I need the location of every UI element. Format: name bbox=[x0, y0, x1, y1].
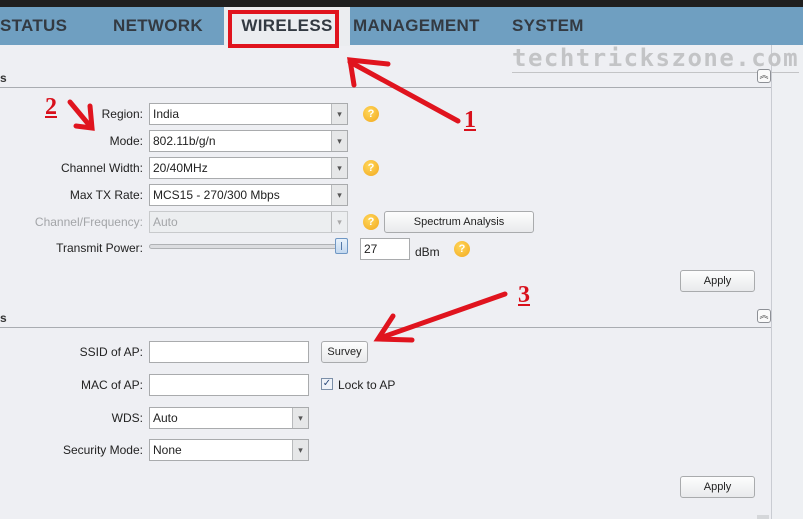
wds-select[interactable]: Auto ▾ bbox=[149, 407, 309, 429]
mode-select[interactable]: 802.11b/g/n ▾ bbox=[149, 130, 348, 152]
help-icon[interactable]: ? bbox=[363, 160, 379, 176]
transmit-power-unit: dBm bbox=[415, 245, 440, 259]
help-icon[interactable]: ? bbox=[363, 214, 379, 230]
max-tx-rate-select[interactable]: MCS15 - 270/300 Mbps ▾ bbox=[149, 184, 348, 206]
window-top-bar bbox=[0, 0, 803, 7]
section-title: s bbox=[0, 71, 7, 85]
spectrum-analysis-button[interactable]: Spectrum Analysis bbox=[384, 211, 534, 233]
channel-frequency-select: Auto ▾ bbox=[149, 211, 348, 233]
wds-value: Auto bbox=[153, 411, 178, 425]
lock-to-ap-checkbox[interactable]: ✓ bbox=[321, 378, 333, 390]
tab-wireless[interactable]: WIRELESS bbox=[224, 7, 350, 46]
apply-button-ap[interactable]: Apply bbox=[680, 476, 755, 498]
max-tx-rate-value: MCS15 - 270/300 Mbps bbox=[153, 188, 280, 202]
region-value: India bbox=[153, 107, 180, 121]
tab-network[interactable]: NETWORK bbox=[113, 7, 203, 45]
survey-button[interactable]: Survey bbox=[321, 341, 368, 363]
basic-wireless-section-header: s ︽ bbox=[0, 66, 771, 88]
main-nav: STATUS NETWORK WIRELESS MANAGEMENT SYSTE… bbox=[0, 7, 803, 46]
chevron-down-icon: ▾ bbox=[331, 212, 347, 232]
channel-width-value: 20/40MHz bbox=[153, 161, 208, 175]
annotation-number-2: 2 bbox=[45, 94, 57, 120]
chevron-down-icon: ▾ bbox=[292, 408, 308, 428]
tab-status[interactable]: STATUS bbox=[0, 7, 71, 45]
tab-system[interactable]: SYSTEM bbox=[512, 7, 584, 45]
max-tx-rate-label: Max TX Rate: bbox=[69, 188, 143, 202]
chevron-down-icon: ▾ bbox=[331, 185, 347, 205]
chevron-down-icon: ▾ bbox=[331, 104, 347, 124]
chevron-down-icon: ▾ bbox=[331, 131, 347, 151]
apply-button-basic[interactable]: Apply bbox=[680, 270, 755, 292]
security-mode-label: Security Mode: bbox=[62, 443, 143, 457]
section-title: s bbox=[0, 311, 7, 325]
channel-frequency-label: Channel/Frequency: bbox=[34, 215, 143, 229]
transmit-power-label: Transmit Power: bbox=[56, 241, 143, 255]
help-icon[interactable]: ? bbox=[363, 106, 379, 122]
collapse-icon[interactable]: ︽ bbox=[757, 309, 771, 323]
collapse-icon-partial bbox=[757, 515, 769, 519]
chevron-down-icon: ▾ bbox=[292, 440, 308, 460]
chevron-down-icon: ▾ bbox=[331, 158, 347, 178]
mode-value: 802.11b/g/n bbox=[153, 134, 216, 148]
tab-management[interactable]: MANAGEMENT bbox=[353, 7, 480, 45]
mac-input[interactable] bbox=[149, 374, 309, 396]
mac-label: MAC of AP: bbox=[80, 378, 143, 392]
transmit-power-input[interactable]: 27 bbox=[360, 238, 410, 260]
annotation-number-1: 1 bbox=[464, 107, 476, 133]
transmit-power-slider-handle[interactable] bbox=[335, 238, 348, 254]
right-scroll-strip[interactable] bbox=[771, 45, 803, 519]
annotation-number-3: 3 bbox=[518, 282, 530, 308]
region-label: Region: bbox=[101, 107, 143, 121]
channel-width-select[interactable]: 20/40MHz ▾ bbox=[149, 157, 348, 179]
ssid-input[interactable] bbox=[149, 341, 309, 363]
channel-width-label: Channel Width: bbox=[60, 161, 143, 175]
channel-frequency-value: Auto bbox=[153, 215, 178, 229]
region-select[interactable]: India ▾ bbox=[149, 103, 348, 125]
security-mode-value: None bbox=[153, 443, 182, 457]
mode-label: Mode: bbox=[109, 134, 143, 148]
ssid-label: SSID of AP: bbox=[79, 345, 143, 359]
lock-to-ap-label: Lock to AP bbox=[338, 378, 396, 392]
help-icon[interactable]: ? bbox=[454, 241, 470, 257]
ap-section-header: s ︽ bbox=[0, 306, 771, 328]
collapse-icon[interactable]: ︽ bbox=[757, 69, 771, 83]
wds-label: WDS: bbox=[111, 411, 143, 425]
security-mode-select[interactable]: None ▾ bbox=[149, 439, 309, 461]
transmit-power-slider[interactable] bbox=[149, 244, 339, 249]
